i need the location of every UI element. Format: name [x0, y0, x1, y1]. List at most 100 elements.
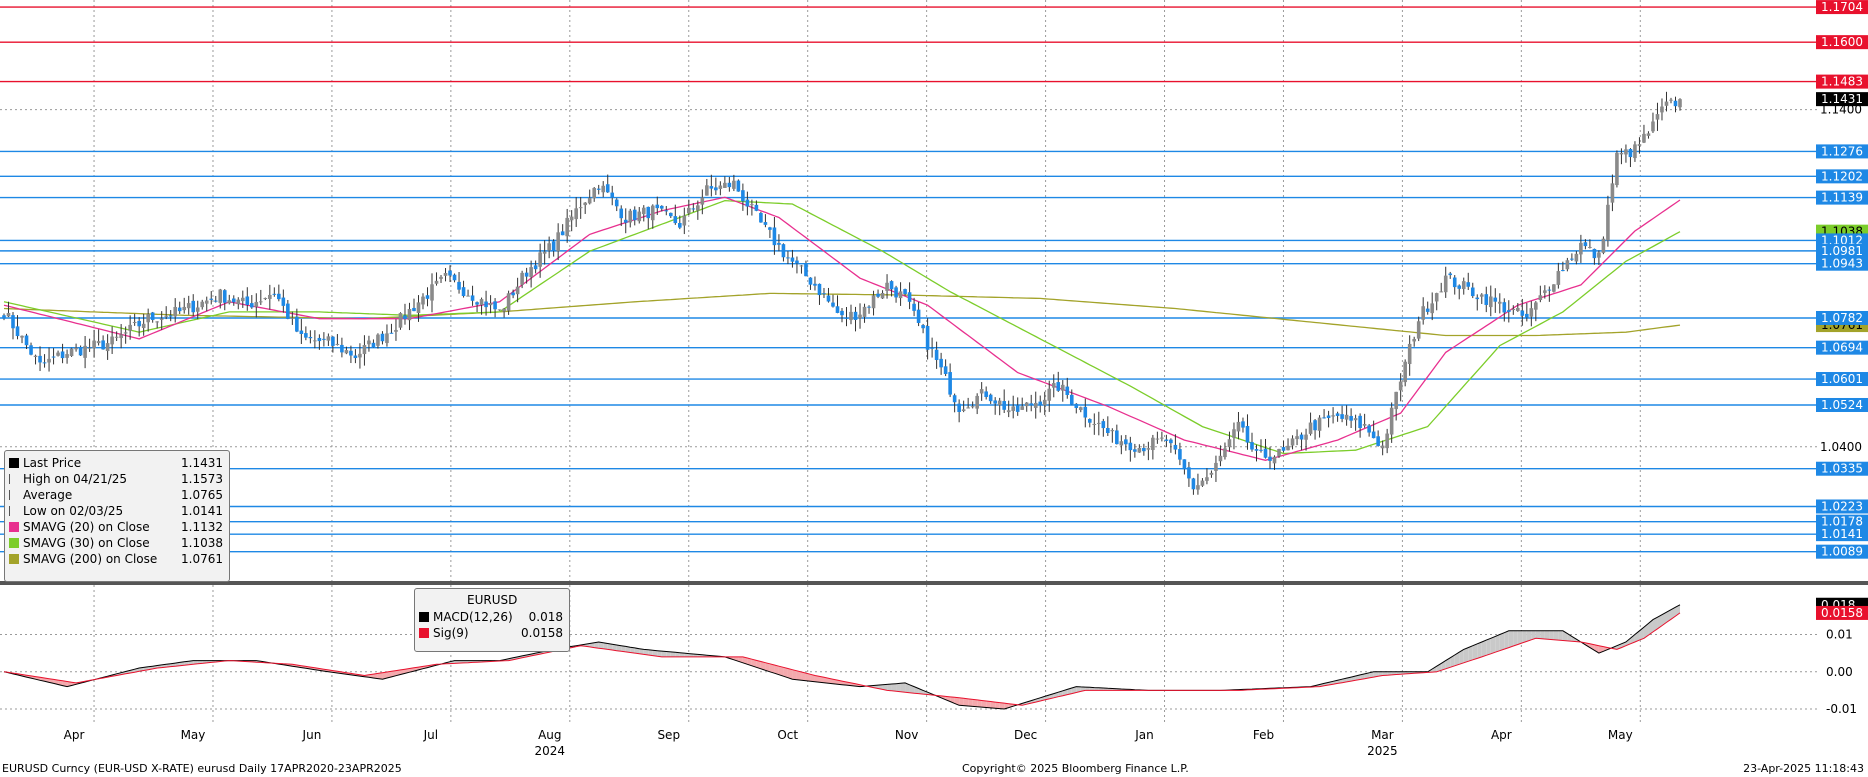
candle-body: [1340, 414, 1344, 419]
candle-body: [898, 291, 903, 299]
candle-body: [1006, 410, 1011, 413]
price-legend-row: SMAVG (30) on Close 1.1038: [5, 535, 229, 551]
macd-tick-label: 0.01: [1826, 628, 1853, 642]
price-legend-swatch: [9, 522, 19, 532]
candle-body: [601, 185, 606, 193]
candle-body: [1250, 442, 1254, 450]
candle-body: [20, 335, 24, 338]
candle-body: [412, 307, 416, 312]
macd-histogram-fill: [977, 699, 982, 708]
price-legend-name: SMAVG (30) on Close: [23, 536, 150, 550]
macd-histogram-fill: [990, 701, 996, 709]
candle-body: [1403, 361, 1407, 383]
price-legend-row: High on 04/21/25 1.1573: [5, 471, 229, 487]
candle-body: [51, 356, 56, 358]
macd-histogram-fill: [1508, 630, 1514, 648]
candle-body: [11, 315, 15, 329]
candle-body: [668, 212, 673, 217]
candle-body: [1516, 308, 1520, 311]
candle-body: [335, 343, 340, 345]
candle-body: [1304, 434, 1308, 440]
candle-body: [1281, 447, 1286, 451]
macd-legend-row: Sig(9) 0.0158: [415, 625, 569, 641]
candle-body: [1047, 388, 1052, 401]
footer-center: Copyright© 2025 Bloomberg Finance L.P.: [962, 762, 1189, 775]
candle-body: [222, 290, 227, 303]
candle-body: [443, 273, 448, 276]
candle-body: [1151, 437, 1155, 451]
candle-body: [858, 314, 862, 319]
macd-histogram-fill: [1535, 630, 1541, 639]
candle-body: [277, 293, 281, 300]
candle-body: [1529, 308, 1534, 317]
signal-line: [3, 612, 1681, 706]
macd-histogram-fill: [1553, 630, 1559, 641]
candle-body: [1290, 438, 1295, 446]
candle-body: [925, 326, 930, 350]
price-legend-swatch: [9, 538, 19, 548]
candle-body: [1434, 293, 1439, 302]
candle-body: [326, 336, 331, 341]
candle-body: [1169, 439, 1173, 444]
price-legend-swatch: [9, 458, 19, 468]
price-label: 1.0223: [1821, 499, 1863, 513]
candle-body: [1619, 152, 1624, 155]
candle-body: [493, 301, 497, 310]
candle-body: [119, 334, 123, 339]
candle-body: [786, 257, 790, 259]
macd-legend-name: Sig(9): [433, 626, 469, 640]
price-label: 1.0141: [1821, 527, 1863, 541]
candle-body: [1461, 281, 1466, 290]
macd-histogram-fill: [972, 699, 978, 707]
candle-body: [101, 340, 105, 350]
candle-body: [1313, 420, 1317, 431]
candle-body: [421, 296, 425, 305]
candle-body: [700, 197, 705, 205]
footer-left: EURUSD Curncy (EUR-USD X-RATE) eurusd Da…: [2, 762, 402, 775]
candle-body: [1322, 417, 1326, 419]
candle-body: [141, 323, 146, 328]
price-legend-name: Last Price: [23, 456, 82, 470]
candle-body: [2, 315, 6, 319]
price-label: 1.1431: [1821, 92, 1863, 106]
candle-body: [24, 335, 29, 346]
candle-body: [678, 223, 682, 228]
candle-body: [1488, 296, 1493, 308]
macd-histogram-fill: [1513, 630, 1518, 647]
candle-body: [168, 315, 173, 317]
macd-histogram-fill: [1495, 634, 1500, 653]
candle-body: [1470, 287, 1475, 297]
candle-body: [885, 282, 889, 291]
candle-body: [1083, 406, 1088, 418]
candle-body: [1511, 309, 1516, 311]
month-label: May: [1608, 728, 1633, 742]
candle-body: [673, 216, 678, 224]
price-label: 1.0089: [1821, 545, 1863, 559]
price-legend-value: 1.1038: [181, 536, 223, 550]
candle-body: [808, 277, 813, 285]
candle-body: [1069, 394, 1074, 405]
price-label: 1.0943: [1821, 257, 1863, 271]
month-label: Oct: [777, 728, 798, 742]
candle-body: [1182, 459, 1187, 470]
candle-body: [367, 340, 371, 345]
candle-body: [123, 332, 128, 334]
candle-body: [1060, 384, 1065, 391]
price-legend-value: 1.0141: [181, 504, 223, 518]
price-tick-label: 1.0400: [1820, 440, 1862, 454]
candle-body: [1561, 270, 1565, 272]
candle-body: [236, 299, 241, 305]
price-axis: 1.04001.14001.17041.16001.14831.14311.12…: [1816, 0, 1868, 716]
candle-body: [1371, 431, 1376, 439]
candle-body: [641, 207, 646, 215]
candle-body: [281, 297, 286, 306]
candle-body: [209, 298, 214, 300]
candle-body: [74, 347, 78, 350]
candle-body: [691, 208, 696, 210]
candle-body: [614, 199, 619, 207]
candle-body: [628, 210, 633, 223]
candle-body: [1042, 399, 1047, 406]
candle-body: [1232, 429, 1236, 438]
price-legend-value: 1.1431: [181, 456, 223, 470]
candle-body: [1678, 99, 1682, 108]
